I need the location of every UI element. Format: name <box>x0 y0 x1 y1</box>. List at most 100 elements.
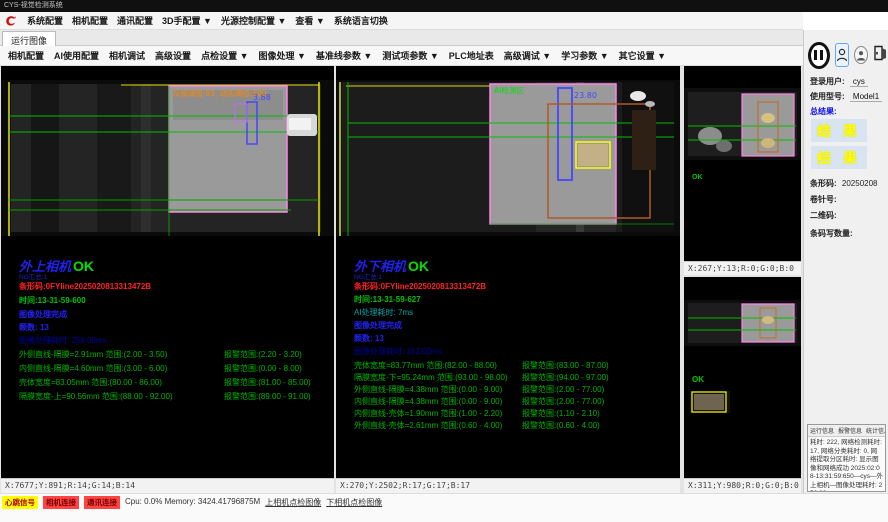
alarm-range: 报警范围:(1.10 - 2.10) <box>522 408 600 419</box>
ai-zone-label: AI检测区 <box>494 85 524 95</box>
total-result-label: 总结果: <box>810 106 837 117</box>
alarm-range: 报警范围:(0.00 - 8.00) <box>224 363 302 374</box>
feature-crop-small <box>690 391 730 413</box>
tool-plc-address[interactable]: PLC地址表 <box>449 49 494 62</box>
exit-door-icon <box>873 45 888 61</box>
count-line: 颗数: 13 <box>354 333 384 344</box>
alarm-range: 报警范围:(2.00 - 77.00) <box>522 396 604 407</box>
process-status-line: 图像处理完成 <box>354 320 402 331</box>
pixel-coords-small-top: X:267;Y:13;R:0;G:0;B:0 <box>684 261 801 275</box>
tool-learning-params[interactable]: 学习参数 ▼ <box>561 49 608 62</box>
stats-tab-stats[interactable]: 统计信息 <box>866 426 886 435</box>
measurement-row: 隔膜宽度-下=95.24mm 范围:(93.00 - 98.00) 报警范围:(… <box>354 372 609 383</box>
small-top-note: OK <box>692 174 703 181</box>
measurement-value: 隔膜宽度-下=95.24mm 范围:(93.00 - 98.00) <box>354 372 522 383</box>
count-line: 颗数: 13 <box>19 322 49 333</box>
toolbar: 相机配置 AI使用配置 相机调试 高级设置 点检设置 ▼ 图像处理 ▼ 基准线参… <box>0 46 803 66</box>
alarm-range: 报警范围:(0.60 - 4.00) <box>522 420 600 431</box>
measurement-value: 壳体宽度=83.77mm 范围:(82.00 - 88.00) <box>354 360 522 371</box>
write-count-label: 条码写数量: <box>810 228 853 239</box>
stats-tab-run[interactable]: 运行信息 <box>810 426 834 435</box>
app-logo-icon <box>4 14 18 28</box>
measurement-value: 内侧直线-隔膜=4.60mm 范围:(3.00 - 6.00) <box>19 363 224 374</box>
measurement-row: 外侧直线-隔膜=4.38mm 范围:(0.00 - 9.00) 报警范围:(2.… <box>354 384 604 395</box>
user-mode-button[interactable] <box>835 43 850 67</box>
barcode-value: 20250208 <box>842 179 878 188</box>
model-row: 使用型号: Model1 <box>810 91 882 102</box>
tool-spot-check[interactable]: 点检设置 ▼ <box>201 49 248 62</box>
status-bar: 心跳信号 相机连接 通讯连接 Cpu: 0.0% Memory: 3424.41… <box>0 493 888 522</box>
pause-icon <box>814 50 817 60</box>
cpu-memory-readout: Cpu: 0.0% Memory: 3424.41796875M <box>125 496 260 506</box>
pixel-coords-mid: X:270;Y:2502;R:17;G:17;B:17 <box>336 478 680 493</box>
user-icon <box>836 48 848 62</box>
measurement-row: 隔膜宽度-上=90.56mm 范围:(88.00 - 92.00) 报警范围:(… <box>19 391 311 402</box>
camera-view-lower-outer[interactable]: AI检测区 23.80 外下相机OK NG汇总:1 条形码:0FYIine202… <box>336 66 680 478</box>
login-user-row: 登录用户: cys <box>810 76 868 87</box>
model-value[interactable]: Model1 <box>850 92 882 102</box>
tool-image-processing[interactable]: 图像处理 ▼ <box>258 49 305 62</box>
camera-image-lower-outer: AI检测区 23.80 <box>336 80 680 236</box>
menu-item-view[interactable]: 查看 ▼ <box>295 14 324 27</box>
menu-item-comm-config[interactable]: 通讯配置 <box>117 14 153 27</box>
measurement-row: 壳体宽度=83.77mm 范围:(82.00 - 88.00) 报警范围:(83… <box>354 360 609 371</box>
upper-camera-check-link[interactable]: 上相机点检图像 <box>265 496 321 508</box>
result-display-box-1: 结 果 <box>811 119 867 142</box>
alarm-range: 报警范围:(2.20 - 3.20) <box>224 349 302 360</box>
ai-elapsed-line: AI处理耗时: 7ms <box>354 307 413 318</box>
menu-item-system-config[interactable]: 系统配置 <box>27 14 63 27</box>
camera-view-small-bottom[interactable]: OK <box>684 277 801 478</box>
tool-baseline-params[interactable]: 基准线参数 ▼ <box>316 49 372 62</box>
menu-item-light-control[interactable]: 光源控制配置 ▼ <box>221 14 286 27</box>
stats-log-box[interactable]: 运行信息 报警信息 统计信息 耗时: 222, 网络检测耗时: 17, 网络分类… <box>807 424 886 492</box>
login-user-value[interactable]: cys <box>850 77 868 87</box>
operator-button[interactable] <box>854 46 868 64</box>
camera-image-small-top <box>684 88 801 160</box>
tool-ai-usage-config[interactable]: AI使用配置 <box>54 49 99 62</box>
feature-bright <box>762 316 774 324</box>
control-buttons-row <box>808 40 888 70</box>
tool-other-settings[interactable]: 其它设置 ▼ <box>619 49 666 62</box>
camera-image-small-bottom <box>684 300 801 346</box>
tool-camera-debug[interactable]: 相机调试 <box>109 49 145 62</box>
measurement-value: 外侧直线-隔膜=2.91mm 范围:(2.00 - 3.50) <box>19 349 224 360</box>
ok-status-label: OK <box>408 258 429 274</box>
measurement-row: 外侧直线-壳体=2.61mm 范围:(0.60 - 4.00) 报警范围:(0.… <box>354 420 600 431</box>
pause-button[interactable] <box>808 42 830 69</box>
elapsed-line: 图像处理耗时: 162.00ms <box>354 346 442 357</box>
measurement-value: 外侧直线-隔膜=4.38mm 范围:(0.00 - 9.00) <box>354 384 522 395</box>
comm-connection-badge: 通讯连接 <box>84 496 120 509</box>
measurement-value: 内侧直线-壳体=1.90mm 范围:(1.00 - 2.20) <box>354 408 522 419</box>
small-bottom-note: OK <box>692 375 704 384</box>
tool-advanced-debug[interactable]: 高级调试 ▼ <box>504 49 551 62</box>
measurement-row: 内侧直线-隔膜=4.38mm 范围:(0.00 - 9.00) 报警范围:(2.… <box>354 396 604 407</box>
window-title-bar: CYS-视觉检测系统 <box>0 0 888 12</box>
feature-bright <box>761 113 775 123</box>
tool-test-params[interactable]: 测试项参数 ▼ <box>382 49 438 62</box>
ng-summary-line: NG汇总:1 <box>19 271 47 281</box>
menu-item-3d-config[interactable]: 3D手配置 ▼ <box>162 14 212 27</box>
process-status-line: 图像处理完成 <box>19 309 67 320</box>
camera-view-upper-outer[interactable]: 3.88 灰度阈值:93, 动态阈值:100 外上相机OK NG汇总:1 条形码… <box>1 66 334 478</box>
tab-strip: 运行图像 <box>0 30 803 46</box>
tool-advanced-settings[interactable]: 高级设置 <box>155 49 191 62</box>
lower-camera-check-link[interactable]: 下相机点检图像 <box>326 496 382 508</box>
stats-tab-alarm[interactable]: 报警信息 <box>838 426 862 435</box>
feature-bright <box>761 138 775 148</box>
menu-item-camera-config[interactable]: 相机配置 <box>72 14 108 27</box>
tab-run-image[interactable]: 运行图像 <box>2 31 56 46</box>
exit-button[interactable] <box>873 45 888 66</box>
highlight-spot <box>630 91 646 101</box>
camera-view-small-top[interactable]: OK <box>684 66 801 261</box>
tool-camera-config[interactable]: 相机配置 <box>8 49 44 62</box>
measure-label-blue: 23.80 <box>574 91 597 100</box>
control-panel: 登录用户: cys 使用型号: Model1 总结果: 结 果 结 果 条形码:… <box>803 30 888 493</box>
measurement-value: 隔膜宽度-上=90.56mm 范围:(88.00 - 92.00) <box>19 391 224 402</box>
stats-log-text: 耗时: 222, 网络检测耗时: 17, 网络分类耗时: 0, 网络提取分区耗时… <box>808 437 885 492</box>
menu-bar: 系统配置 相机配置 通讯配置 3D手配置 ▼ 光源控制配置 ▼ 查看 ▼ 系统语… <box>0 12 803 30</box>
person-icon <box>856 50 866 61</box>
menu-item-language-switch[interactable]: 系统语言切换 <box>334 14 388 27</box>
alarm-range: 报警范围:(81.00 - 85.00) <box>224 377 311 388</box>
measurement-value: 外侧直线-壳体=2.61mm 范围:(0.60 - 4.00) <box>354 420 522 431</box>
result-display-box-2: 结 果 <box>811 146 867 169</box>
